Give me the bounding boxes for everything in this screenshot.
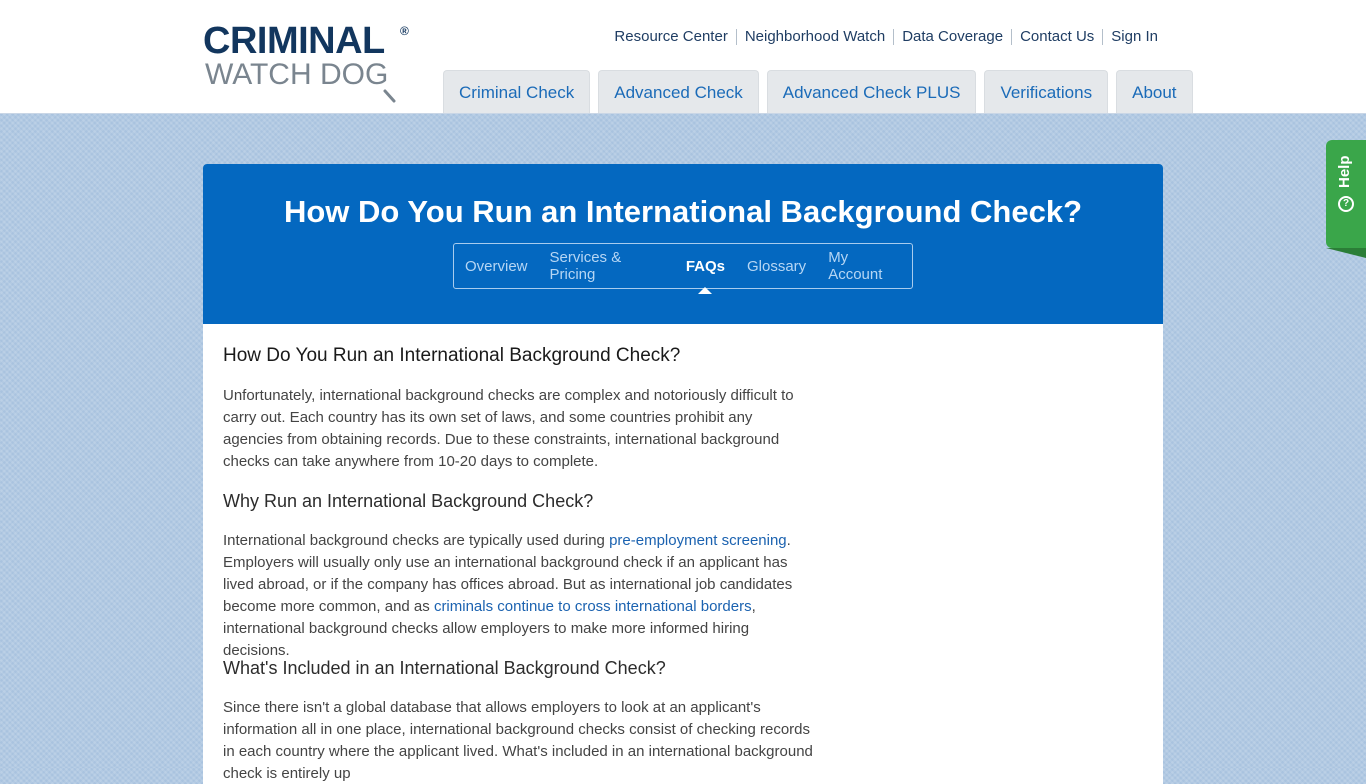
section-heading-why: Why Run an International Background Chec… [223, 491, 594, 511]
nav-tab-advanced-check[interactable]: Advanced Check [598, 70, 759, 113]
section-paragraph-why: International background checks are typi… [223, 530, 813, 662]
help-label: Help [1336, 155, 1353, 189]
link-pre-employment-screening[interactable]: pre-employment screening [609, 532, 787, 549]
site-logo[interactable]: CRIMINAL ® WATCH DOG [203, 20, 418, 103]
utility-nav: Resource Center Neighborhood Watch Data … [606, 27, 1158, 47]
nav-tab-about[interactable]: About [1116, 70, 1193, 113]
nav-tab-verifications[interactable]: Verifications [984, 70, 1109, 113]
main-nav: Criminal Check Advanced Check Advanced C… [443, 70, 1193, 113]
subnav-faqs[interactable]: FAQs [675, 258, 736, 294]
hero-banner: How Do You Run an International Backgrou… [203, 164, 1163, 324]
page-title: How Do You Run an International Backgrou… [283, 194, 1083, 229]
nav-tab-advanced-check-plus[interactable]: Advanced Check PLUS [766, 70, 977, 113]
content-card: How Do You Run an International Backgrou… [203, 164, 1163, 784]
utility-link-contact-us[interactable]: Contact Us [1011, 29, 1102, 45]
section-heading-whats-included: What's Included in an International Back… [223, 658, 666, 678]
subnav-services-pricing[interactable]: Services & Pricing [539, 249, 675, 283]
question-circle-icon: ? [1338, 196, 1354, 212]
subnav-glossary[interactable]: Glossary [736, 258, 817, 275]
logo-registered-mark: ® [400, 24, 409, 38]
logo-line1: CRIMINAL [203, 20, 385, 62]
utility-link-sign-in[interactable]: Sign In [1102, 29, 1158, 45]
utility-link-neighborhood-watch[interactable]: Neighborhood Watch [735, 29, 893, 45]
help-tab[interactable]: Help ? [1326, 140, 1366, 258]
utility-link-data-coverage[interactable]: Data Coverage [893, 29, 1011, 45]
utility-link-resource-center[interactable]: Resource Center [606, 29, 735, 45]
section-paragraph-how: Unfortunately, international background … [223, 387, 794, 470]
link-criminals-cross-borders[interactable]: criminals continue to cross internationa… [434, 598, 752, 615]
subnav-overview[interactable]: Overview [454, 258, 539, 275]
section-paragraph-whats-included: Since there isn't a global database that… [223, 699, 813, 782]
magnifier-icon [383, 89, 396, 103]
section-heading-how: How Do You Run an International Backgrou… [223, 345, 681, 366]
paragraph-text: International background checks are typi… [223, 532, 610, 549]
site-header: CRIMINAL ® WATCH DOG Resource Center Nei… [0, 0, 1366, 114]
subnav-my-account[interactable]: My Account [817, 249, 912, 283]
section-subnav: Overview Services & Pricing FAQs Glossar… [453, 243, 913, 294]
nav-tab-criminal-check[interactable]: Criminal Check [443, 70, 591, 113]
logo-line2: WATCH DOG [205, 58, 389, 91]
